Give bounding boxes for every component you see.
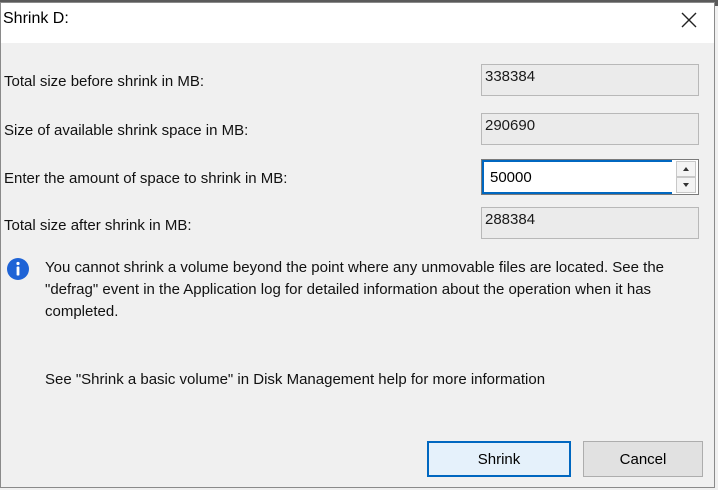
spin-down-button[interactable] bbox=[676, 177, 696, 193]
shrink-amount-input[interactable] bbox=[482, 160, 672, 194]
cancel-button[interactable]: Cancel bbox=[583, 441, 703, 477]
help-message: See "Shrink a basic volume" in Disk Mana… bbox=[45, 371, 546, 388]
info-message: You cannot shrink a volume beyond the po… bbox=[45, 259, 665, 320]
dialog-title: Shrink D: bbox=[3, 10, 69, 27]
info-icon bbox=[6, 257, 30, 281]
total-before-value: 338384 bbox=[481, 64, 699, 96]
shrink-dialog: Shrink D: Total size before shrink in MB… bbox=[0, 2, 715, 488]
caret-up-icon bbox=[683, 167, 689, 171]
shrink-amount-spinner bbox=[481, 159, 699, 195]
shrink-button[interactable]: Shrink bbox=[427, 441, 571, 477]
title-bar: Shrink D: bbox=[1, 3, 714, 43]
total-before-label: Total size before shrink in MB: bbox=[4, 73, 205, 90]
total-after-value: 288384 bbox=[481, 207, 699, 239]
spinner-buttons bbox=[674, 160, 698, 194]
spin-up-button[interactable] bbox=[676, 161, 696, 177]
available-space-label: Size of available shrink space in MB: bbox=[4, 122, 249, 139]
total-after-label: Total size after shrink in MB: bbox=[4, 217, 192, 234]
close-icon[interactable] bbox=[678, 9, 700, 31]
available-space-value: 290690 bbox=[481, 113, 699, 145]
caret-down-icon bbox=[683, 183, 689, 187]
shrink-amount-label: Enter the amount of space to shrink in M… bbox=[4, 170, 288, 187]
